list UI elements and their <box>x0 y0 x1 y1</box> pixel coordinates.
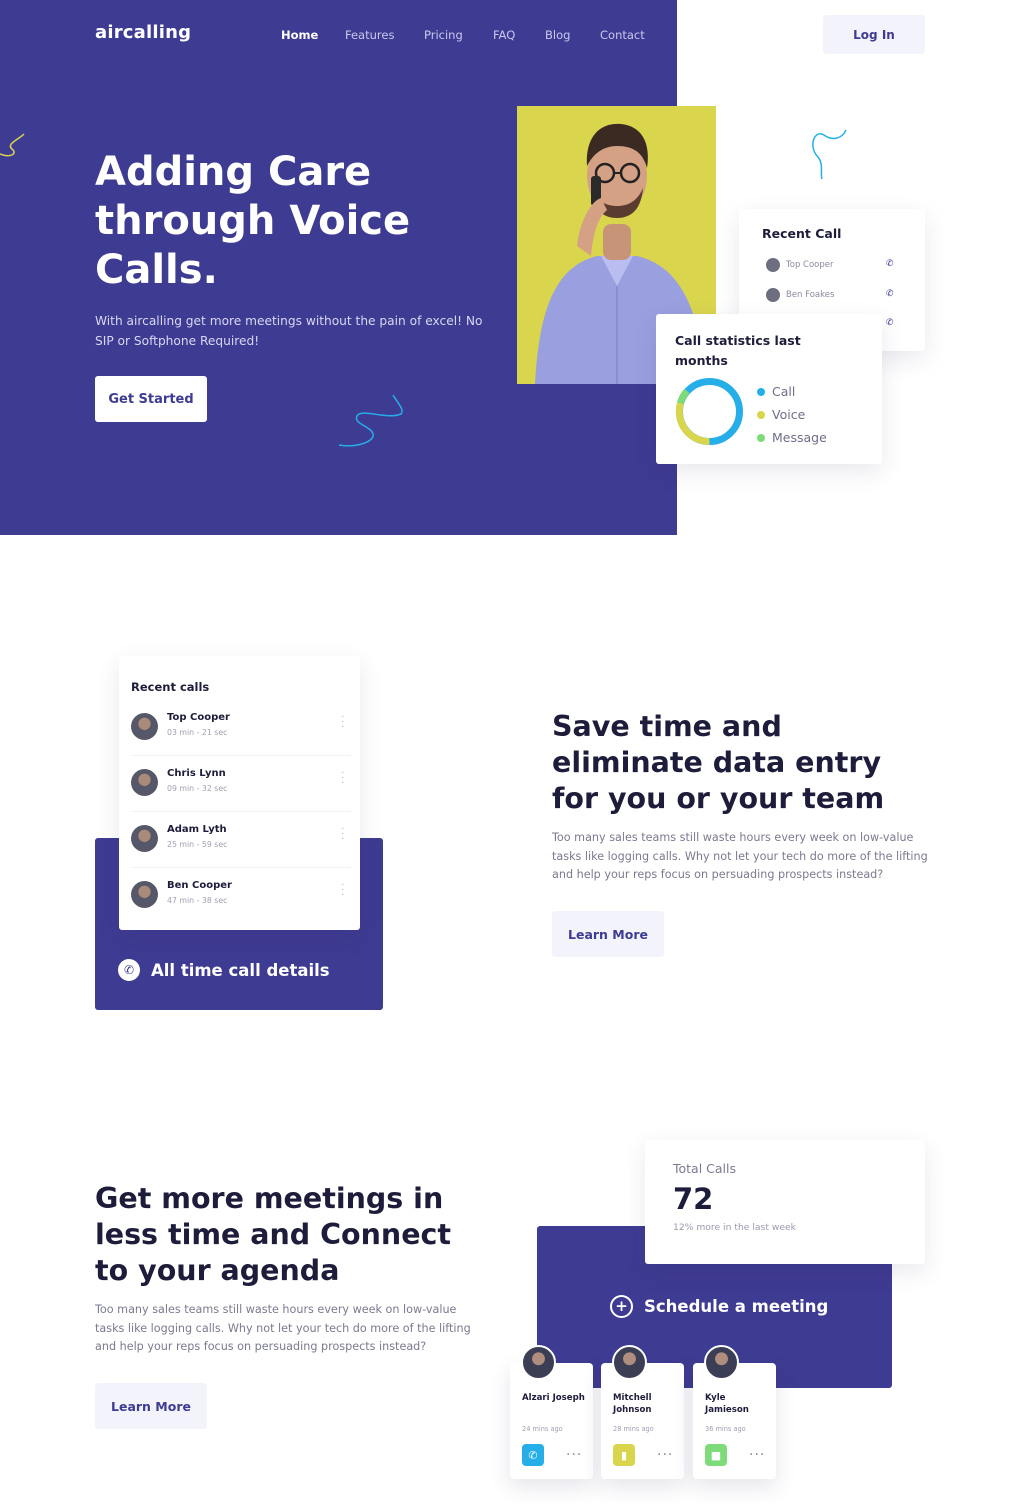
call-duration: 47 min - 38 sec <box>167 896 228 905</box>
contact-name: Alzari Joseph <box>522 1393 585 1403</box>
legend-voice: Voice <box>757 403 827 426</box>
call-list-item[interactable]: Top Cooper 03 min - 21 sec · · · <box>131 708 351 756</box>
call-list-item[interactable]: Chris Lynn 09 min - 32 sec · · · <box>131 764 351 812</box>
recent-calls-card: Recent calls Top Cooper 03 min - 21 sec … <box>119 656 360 930</box>
call-details-label: All time call details <box>151 960 330 980</box>
avatar <box>612 1345 647 1380</box>
call-duration: 09 min - 32 sec <box>167 784 228 793</box>
total-calls-value: 72 <box>673 1182 714 1216</box>
more-options-icon[interactable]: ··· <box>341 711 345 732</box>
more-options-icon[interactable]: ··· <box>341 879 345 900</box>
section-text: Too many sales teams still waste hours e… <box>95 1303 471 1353</box>
avatar <box>131 881 158 908</box>
legend-message: Message <box>757 426 827 449</box>
all-time-call-details-link[interactable]: ✆ All time call details <box>118 959 330 981</box>
nav-blog[interactable]: Blog <box>545 28 570 42</box>
caller-name: Ben Foakes <box>786 290 835 300</box>
total-calls-label: Total Calls <box>673 1161 737 1176</box>
learn-more-button[interactable]: Learn More <box>552 911 664 957</box>
squiggle-decoration <box>338 394 403 447</box>
microphone-icon[interactable]: ▮ <box>613 1444 635 1466</box>
more-options-icon[interactable]: ··· <box>341 823 345 844</box>
avatar <box>766 258 780 272</box>
hero-title: Adding Care through Voice Calls. <box>95 149 411 293</box>
recent-call-row[interactable]: Top Cooper ✆ <box>766 257 896 273</box>
contact-name: Mitchell Johnson <box>613 1393 652 1415</box>
squiggle-decoration <box>0 133 25 157</box>
avatar <box>766 288 780 302</box>
caller-name: Top Cooper <box>167 712 230 723</box>
nav-faq[interactable]: FAQ <box>493 28 515 42</box>
hero-subtitle: With aircalling get more meetings withou… <box>95 314 483 348</box>
caller-name: Chris Lynn <box>167 768 226 779</box>
contact-card[interactable]: Mitchell Johnson 28 mins ago ▮ ··· <box>601 1345 684 1479</box>
call-duration: 25 min - 59 sec <box>167 840 228 849</box>
donut-chart <box>675 378 743 446</box>
call-statistics-card: Call statistics last months Call Voice M… <box>656 314 882 464</box>
contact-card[interactable]: Kyle Jamieson 36 mins ago ■ ··· <box>693 1345 776 1479</box>
phone-icon[interactable]: ✆ <box>886 318 894 328</box>
contact-time: 24 mins ago <box>522 1425 563 1433</box>
legend-call: Call <box>757 380 827 403</box>
squiggle-decoration <box>812 129 847 180</box>
contact-time: 28 mins ago <box>613 1425 654 1433</box>
nav-home[interactable]: Home <box>281 28 318 42</box>
contact-name: Kyle Jamieson <box>705 1393 749 1415</box>
section-title: Get more meetings in less time and Conne… <box>95 1182 452 1287</box>
learn-more-button[interactable]: Learn More <box>95 1383 207 1429</box>
schedule-label: Schedule a meeting <box>644 1297 829 1316</box>
call-list-item[interactable]: Adam Lyth 25 min - 59 sec · · · <box>131 820 351 868</box>
contact-time: 36 mins ago <box>705 1425 746 1433</box>
section-text: Too many sales teams still waste hours e… <box>552 831 928 881</box>
recent-call-title: Recent Call <box>762 226 842 241</box>
schedule-meeting-button[interactable]: + Schedule a meeting <box>610 1295 828 1318</box>
avatar <box>131 769 158 796</box>
message-dot-icon <box>757 433 765 442</box>
message-icon[interactable]: ■ <box>705 1444 727 1466</box>
call-dot-icon <box>757 387 765 396</box>
more-options-icon[interactable]: ··· <box>657 1447 673 1463</box>
phone-icon[interactable]: ✆ <box>886 259 894 269</box>
logo[interactable]: aircalling <box>95 22 191 43</box>
contact-card[interactable]: Alzari Joseph 24 mins ago ✆ ··· <box>510 1345 593 1479</box>
more-options-icon[interactable]: ··· <box>749 1447 765 1463</box>
stats-title: Call statistics last months <box>675 333 801 368</box>
avatar <box>704 1345 739 1380</box>
more-options-icon[interactable]: ··· <box>566 1447 582 1463</box>
login-button[interactable]: Log In <box>823 15 925 54</box>
caller-name: Ben Cooper <box>167 880 232 891</box>
avatar <box>131 713 158 740</box>
call-duration: 03 min - 21 sec <box>167 728 228 737</box>
phone-icon: ✆ <box>118 959 140 981</box>
voice-dot-icon <box>757 410 765 419</box>
stats-legend: Call Voice Message <box>757 380 827 449</box>
phone-icon[interactable]: ✆ <box>886 289 894 299</box>
avatar <box>521 1345 556 1380</box>
recent-calls-title: Recent calls <box>131 680 210 694</box>
total-calls-card: Total Calls 72 12% more in the last week <box>645 1140 925 1264</box>
caller-name: Top Cooper <box>786 260 834 270</box>
nav-features[interactable]: Features <box>345 28 394 42</box>
nav-contact[interactable]: Contact <box>600 28 645 42</box>
section-title: Save time and eliminate data entry for y… <box>552 710 885 815</box>
more-options-icon[interactable]: ··· <box>341 767 345 788</box>
total-calls-subtext: 12% more in the last week <box>673 1222 796 1233</box>
call-list-item[interactable]: Ben Cooper 47 min - 38 sec · · · <box>131 876 351 924</box>
caller-name: Adam Lyth <box>167 824 227 835</box>
phone-icon[interactable]: ✆ <box>522 1444 544 1466</box>
avatar <box>131 825 158 852</box>
recent-call-row[interactable]: Ben Foakes ✆ <box>766 287 896 303</box>
get-started-button[interactable]: Get Started <box>95 376 207 422</box>
plus-icon: + <box>610 1295 633 1318</box>
nav-pricing[interactable]: Pricing <box>424 28 463 42</box>
